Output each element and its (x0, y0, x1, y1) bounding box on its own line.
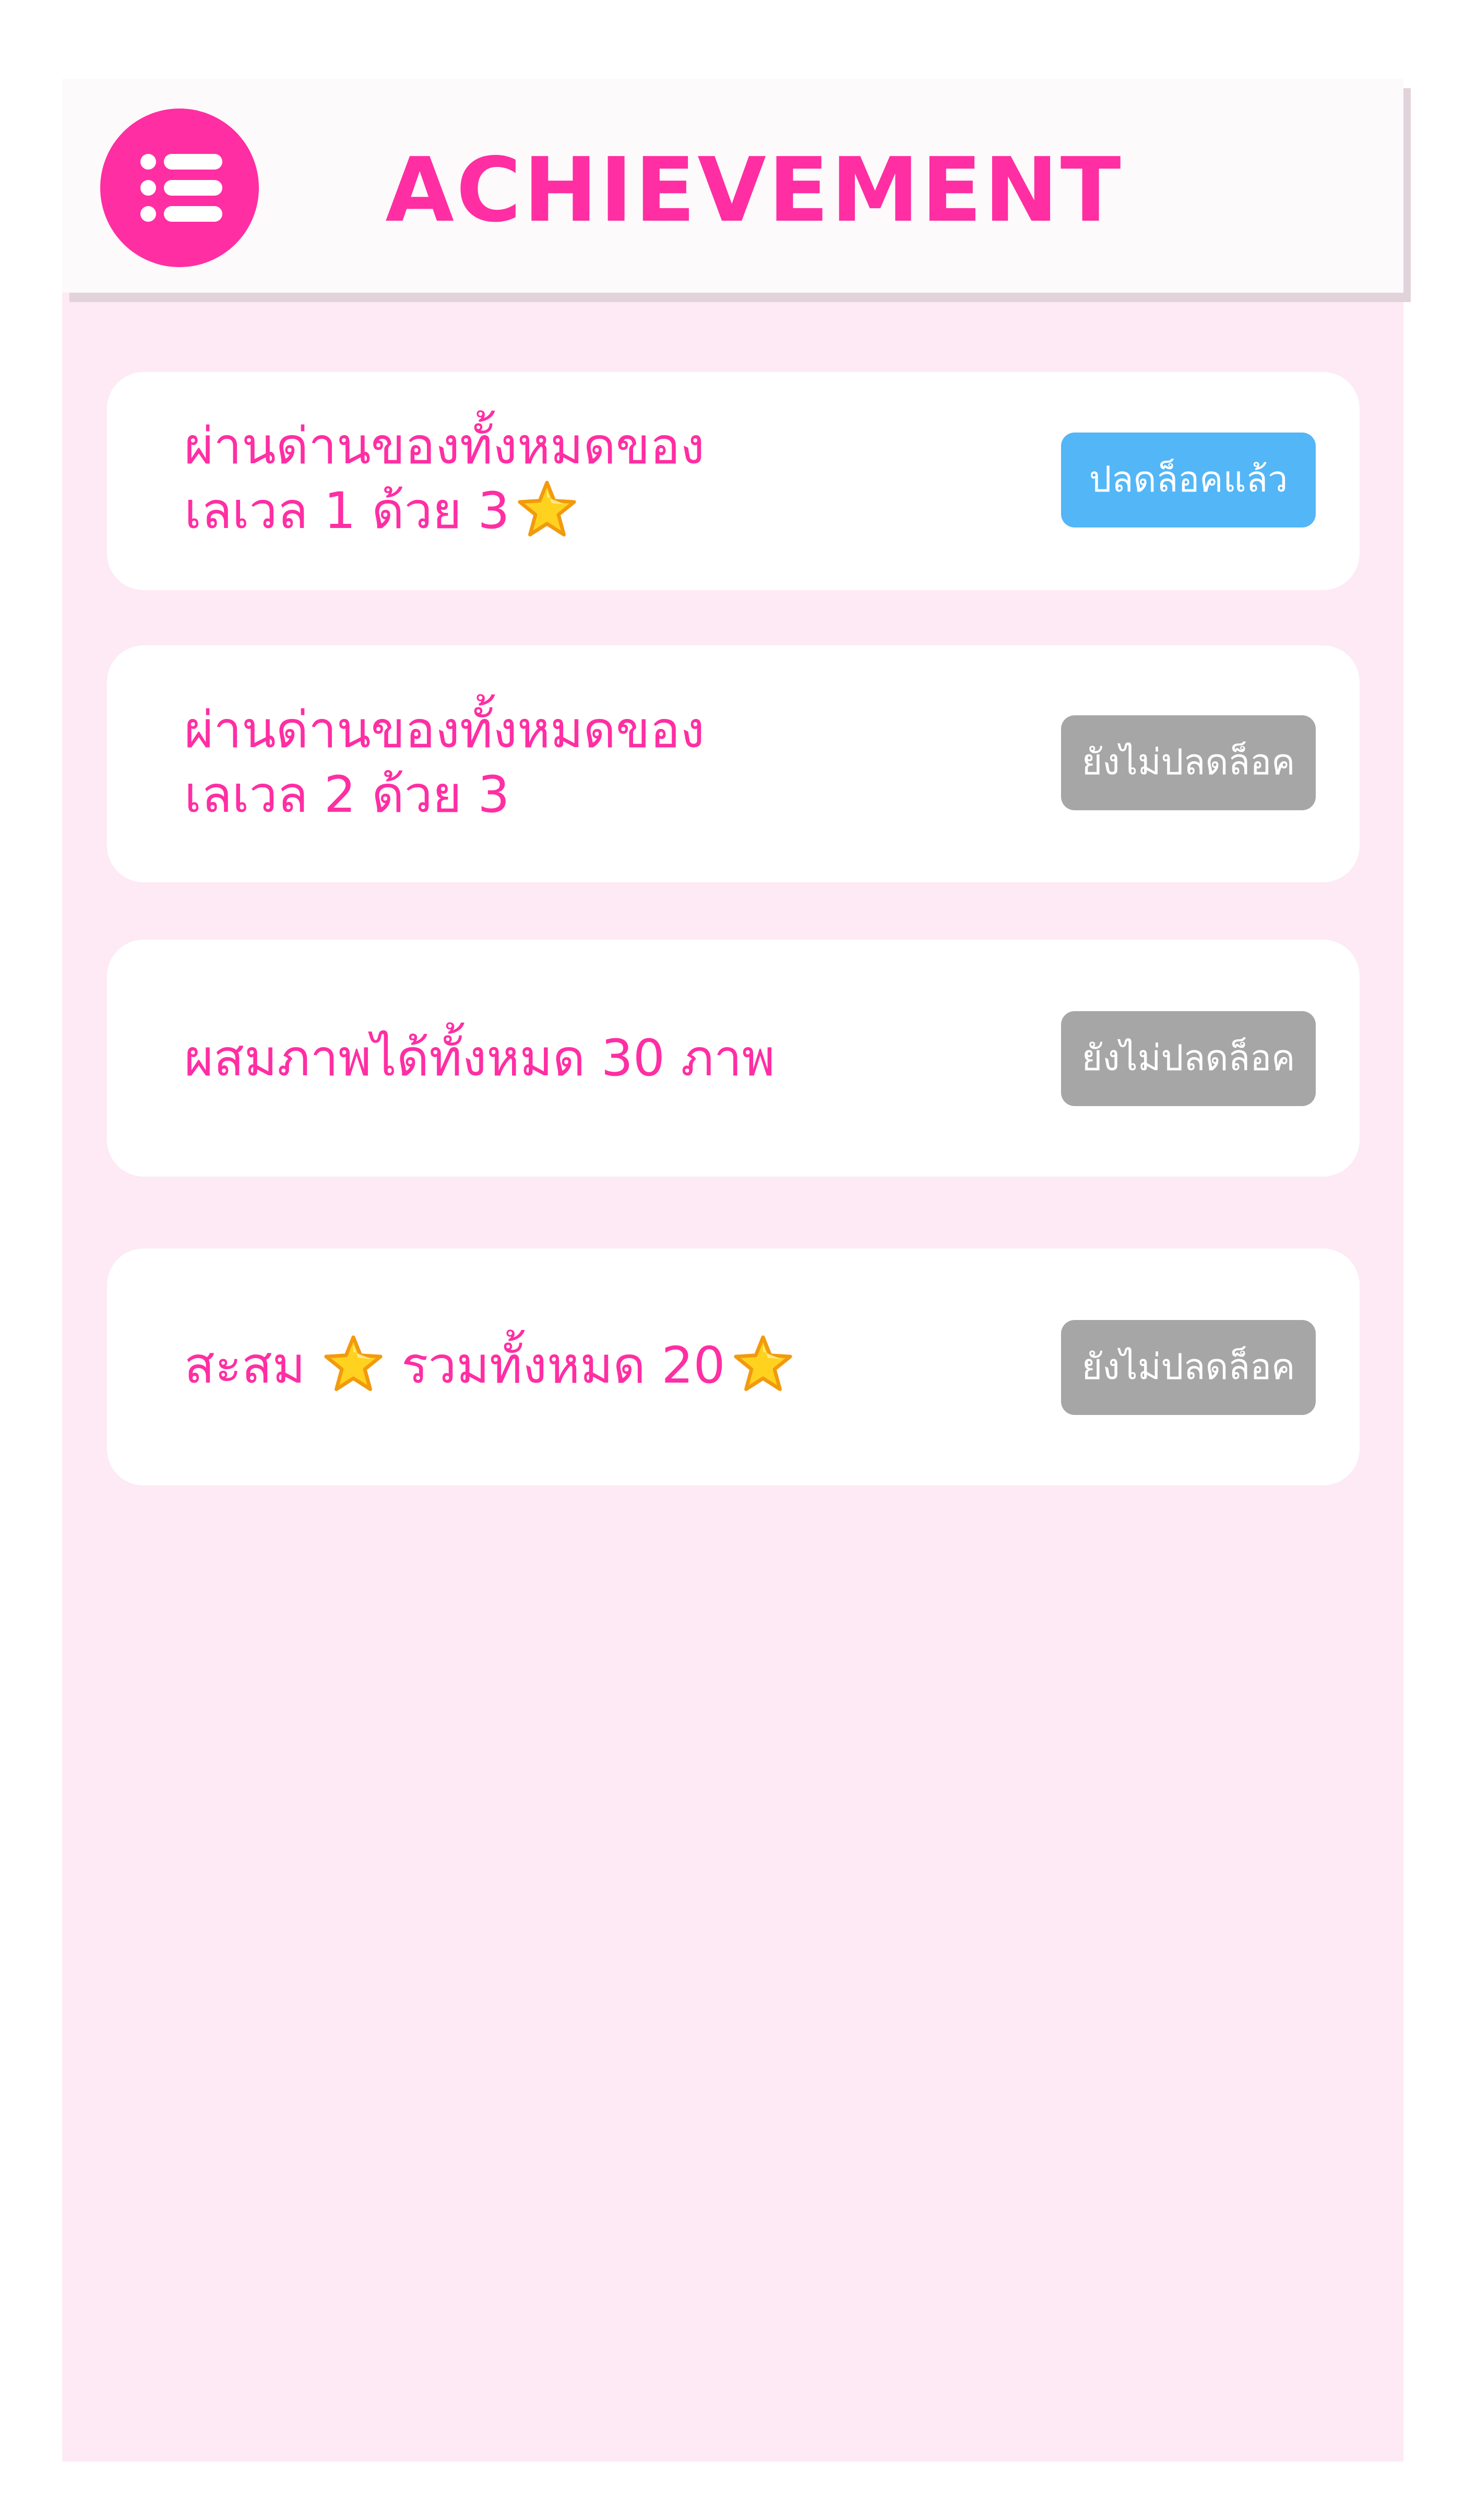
status-badge-locked[interactable]: ยังไม่ปลดล็อค (1061, 715, 1316, 810)
achievement-description: ผ่านด่านของทั้งหมดของ เลเวล 1 ด้วย 3 (184, 414, 705, 543)
achievement-card: ผ่านด่านของทั้งหมดของ เลเวล 1 ด้วย 3 ปลด… (107, 372, 1360, 590)
page-title: ACHIEVEMENT (385, 139, 1123, 242)
achievement-line-2: เลเวล 2 ด้วย 3 (184, 765, 510, 824)
achievement-text-part-2: รวมทั้งหมด 20 (401, 1336, 725, 1395)
status-badge-locked[interactable]: ยังไม่ปลดล็อค (1061, 1011, 1316, 1106)
achievement-description: ผสมภาพได้ทั้งหมด 30 ภาพ (184, 1026, 775, 1090)
achievement-description: ผ่านด่านของทั้งหมดของ เลเวล 2 ด้วย 3 (184, 698, 705, 827)
achievement-card: ผ่านด่านของทั้งหมดของ เลเวล 2 ด้วย 3 ยัง… (107, 645, 1360, 882)
achievement-line-1: ผ่านด่านของทั้งหมดของ (184, 701, 705, 759)
achievement-line-1: ผสมภาพได้ทั้งหมด 30 ภาพ (184, 1029, 775, 1087)
achievement-description: สะสม รวมทั้งหมด 20 (184, 1333, 793, 1398)
status-badge-locked[interactable]: ยังไม่ปลดล็อค (1061, 1320, 1316, 1415)
status-badge-unlocked[interactable]: ปลดล็อคแล้ว (1061, 433, 1316, 527)
star-icon (733, 1334, 793, 1394)
achievement-card: ผสมภาพได้ทั้งหมด 30 ภาพ ยังไม่ปลดล็อค (107, 940, 1360, 1177)
star-icon (323, 1334, 384, 1394)
menu-button[interactable] (100, 109, 259, 267)
achievement-card: สะสม รวมทั้งหมด 20 ยังไม่ปลดล็อค (107, 1249, 1360, 1485)
achievement-line-2: เลเวล 1 ด้วย 3 (184, 482, 510, 540)
star-icon (517, 479, 577, 539)
list-menu-icon (140, 154, 222, 222)
achievement-text-part-1: สะสม (184, 1336, 306, 1395)
achievement-line-1: ผ่านด่านของทั้งหมดของ (184, 417, 705, 475)
